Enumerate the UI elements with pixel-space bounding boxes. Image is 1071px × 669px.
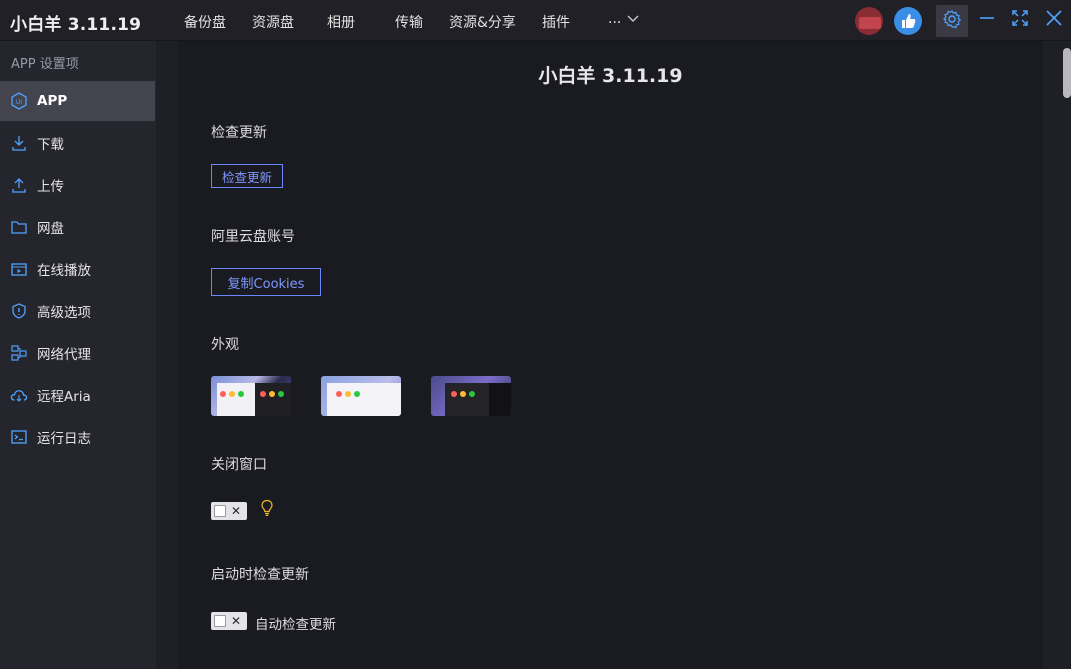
sidebar-item-cloud-disk[interactable]: 网盘 — [0, 207, 155, 247]
sidebar-item-label: 远程Aria — [37, 389, 91, 405]
download-icon — [10, 134, 28, 152]
minimize-icon — [978, 9, 996, 31]
sidebar-item-label: 下载 — [37, 137, 64, 153]
close-icon — [1045, 9, 1063, 31]
user-avatar-thumbs-up[interactable] — [893, 6, 923, 36]
scrollbar-track[interactable] — [1043, 41, 1071, 669]
sidebar-item-label: 高级选项 — [37, 305, 91, 321]
nav-resource-share[interactable]: 资源&分享 — [449, 12, 516, 32]
shield-info-icon — [10, 302, 28, 320]
avatar-image — [855, 7, 883, 35]
cloud-icon — [10, 386, 28, 404]
sidebar-item-logs[interactable]: 运行日志 — [0, 417, 155, 457]
sidebar-item-label: 运行日志 — [37, 431, 91, 447]
theme-light-window — [217, 383, 257, 416]
thumbs-up-icon — [894, 7, 922, 35]
sidebar-item-online-play[interactable]: 在线播放 — [0, 249, 155, 289]
auto-check-update-toggle[interactable]: ✕ — [211, 612, 247, 630]
theme-dark-panel — [489, 383, 511, 416]
settings-sidebar: APP 设置项 UI APP 下载 上传 网盘 在线播放 高级选项 网络代理 远… — [0, 41, 156, 669]
nav-more-label: ... — [608, 11, 622, 27]
auto-check-update-label: 自动检查更新 — [255, 617, 336, 633]
theme-option-system[interactable] — [211, 376, 291, 416]
sidebar-gutter — [156, 41, 178, 669]
nav-album[interactable]: 相册 — [327, 12, 355, 32]
maximize-button[interactable] — [1008, 8, 1032, 32]
sidebar-item-download[interactable]: 下载 — [0, 123, 155, 163]
nav-transfer[interactable]: 传输 — [395, 12, 423, 32]
page-title-container: 小白羊 3.11.19 — [178, 41, 1043, 87]
window-dots — [336, 391, 360, 397]
theme-option-dark[interactable] — [431, 376, 511, 416]
toggle-off-icon: ✕ — [231, 614, 242, 628]
nav-more-menu[interactable]: ... — [608, 11, 639, 27]
close-window-heading: 关闭窗口 — [211, 457, 267, 473]
check-update-button[interactable]: 检查更新 — [211, 164, 283, 188]
upload-icon — [10, 176, 28, 194]
window-dots — [451, 391, 475, 397]
chevron-down-icon — [627, 11, 639, 27]
terminal-icon — [10, 428, 28, 446]
copy-cookies-button[interactable]: 复制Cookies — [211, 268, 321, 296]
user-avatar-red[interactable] — [854, 6, 884, 36]
video-player-icon — [10, 260, 28, 278]
page-title: 小白羊 3.11.19 — [538, 65, 683, 87]
startup-check-heading: 启动时检查更新 — [211, 567, 309, 583]
svg-text:UI: UI — [16, 99, 22, 106]
window-dots — [220, 391, 244, 397]
sidebar-item-remote-aria[interactable]: 远程Aria — [0, 375, 155, 415]
settings-button[interactable] — [936, 5, 968, 37]
close-button[interactable] — [1042, 8, 1066, 32]
sidebar-item-label: APP — [37, 93, 68, 109]
sidebar-item-label: 网盘 — [37, 221, 64, 237]
nav-plugins[interactable]: 插件 — [542, 12, 570, 32]
nav-resource-disk[interactable]: 资源盘 — [252, 12, 294, 32]
sidebar-item-advanced[interactable]: 高级选项 — [0, 291, 155, 331]
sidebar-item-upload[interactable]: 上传 — [0, 165, 155, 205]
nav-backup-disk[interactable]: 备份盘 — [184, 12, 226, 32]
folder-icon — [10, 218, 28, 236]
sidebar-header: APP 设置项 — [11, 57, 79, 72]
sidebar-item-label: 网络代理 — [37, 347, 91, 363]
gear-icon — [942, 9, 962, 33]
account-heading: 阿里云盘账号 — [211, 229, 295, 245]
sidebar-item-label: 上传 — [37, 179, 64, 195]
theme-dark-window — [255, 383, 291, 416]
theme-light-window — [327, 383, 401, 416]
toggle-knob — [214, 505, 226, 517]
window-dots — [260, 391, 284, 397]
sidebar-item-proxy[interactable]: 网络代理 — [0, 333, 155, 373]
toggle-off-icon: ✕ — [231, 504, 242, 518]
title-bar: 小白羊 3.11.19 备份盘 资源盘 相册 传输 资源&分享 插件 ... — [0, 0, 1071, 41]
check-update-heading: 检查更新 — [211, 125, 267, 141]
scrollbar-thumb[interactable] — [1063, 48, 1071, 98]
toggle-knob — [214, 615, 226, 627]
lightbulb-icon[interactable] — [259, 499, 275, 521]
minimize-button[interactable] — [975, 8, 999, 32]
fullscreen-icon — [1011, 9, 1029, 31]
app-title: 小白羊 3.11.19 — [10, 15, 142, 35]
close-window-toggle[interactable]: ✕ — [211, 502, 247, 520]
sidebar-item-label: 在线播放 — [37, 263, 91, 279]
network-proxy-icon — [10, 344, 28, 362]
app-ui-icon: UI — [10, 92, 28, 110]
theme-option-light[interactable] — [321, 376, 401, 416]
sidebar-item-app[interactable]: UI APP — [0, 81, 155, 121]
appearance-heading: 外观 — [211, 337, 239, 353]
